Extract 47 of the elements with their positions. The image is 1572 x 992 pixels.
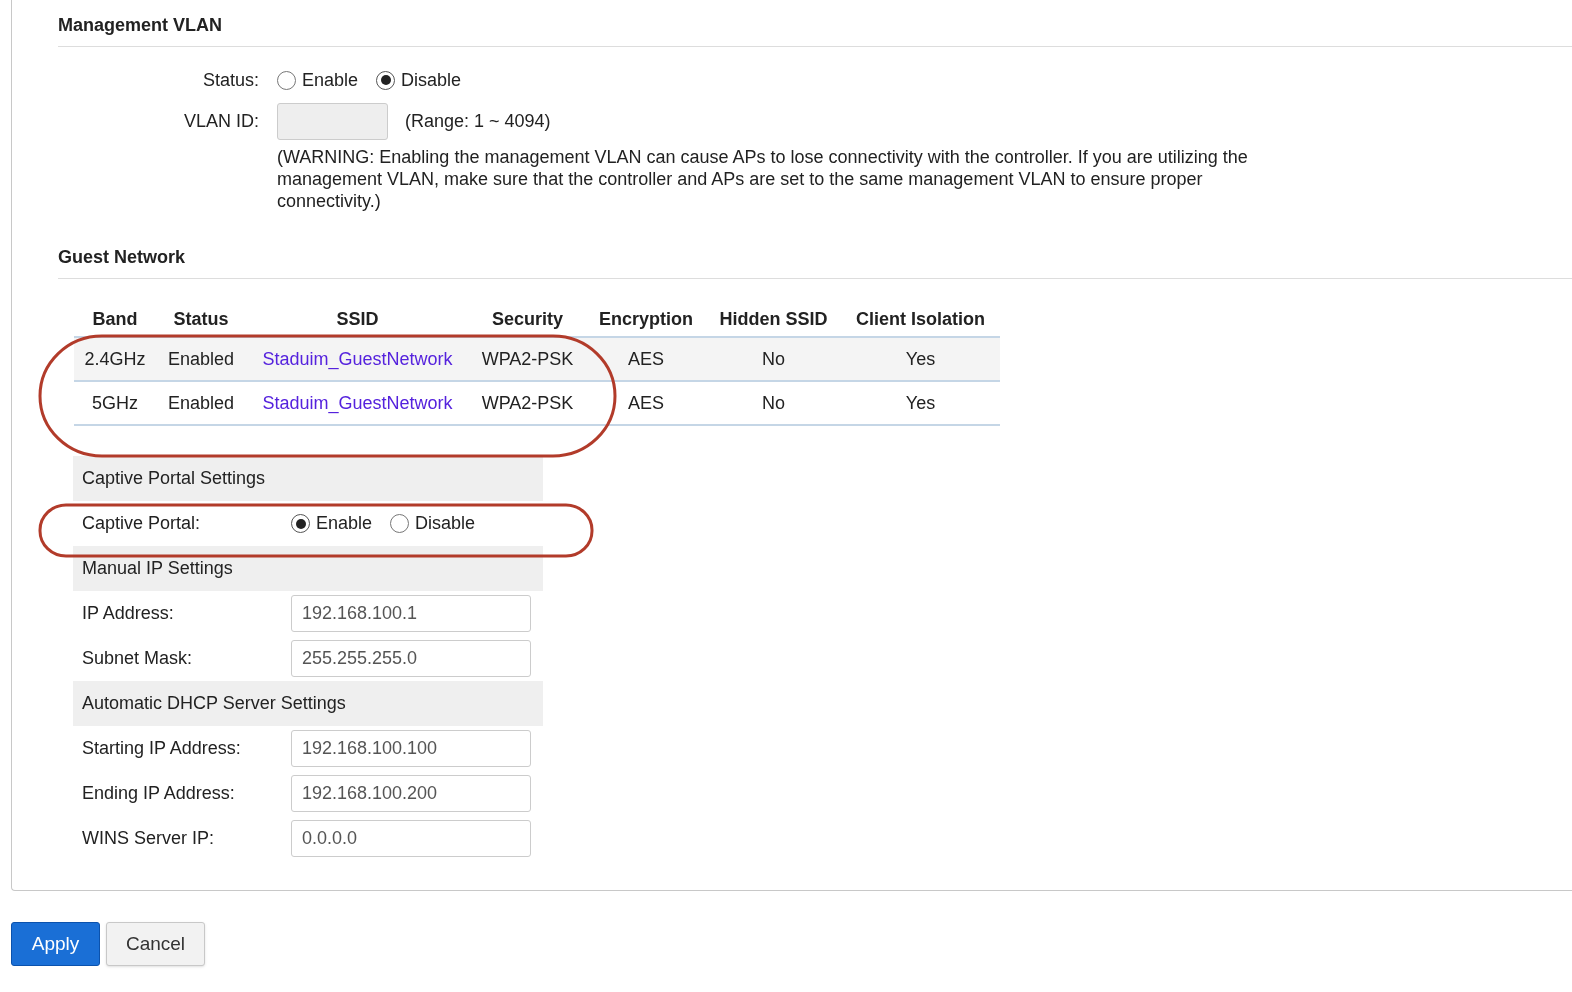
field-label: Ending IP Address: (82, 782, 236, 805)
section-heading: Guest Network (58, 246, 187, 268)
radio-label[interactable]: Enable (316, 510, 373, 537)
table-cell: No (762, 392, 785, 413)
field-label: IP Address: (82, 602, 175, 625)
table-cell: WPA2-PSK (481, 348, 574, 369)
table-cell: Yes (905, 392, 936, 413)
field-label: Status: (201, 68, 260, 92)
section-header: Manual IP Settings (73, 546, 543, 591)
table-cell: 2.4GHz (84, 348, 146, 369)
field-label: WINS Server IP: (82, 827, 216, 850)
ssid-link[interactable]: Staduim_GuestNetwork (262, 348, 453, 369)
column-header: Hidden SSID (706, 305, 841, 337)
table-cell: AES (628, 392, 664, 413)
input-field[interactable]: 192.168.100.200 (291, 775, 531, 812)
table-cell: Enabled (167, 348, 235, 369)
field-label: Subnet Mask: (82, 647, 194, 670)
radio-label[interactable]: Disable (401, 66, 462, 94)
column-header: Security (469, 305, 586, 337)
table-cell: No (762, 348, 785, 369)
column-header: SSID (246, 305, 469, 337)
section-header: Automatic DHCP Server Settings (73, 681, 543, 726)
column-header: Status (156, 305, 246, 337)
input-field[interactable]: 0.0.0.0 (291, 820, 531, 857)
field-label: Starting IP Address: (82, 737, 242, 760)
range-hint: (Range: 1 ~ 4094) (405, 110, 551, 133)
section-header: Captive Portal Settings (73, 456, 543, 501)
column-header: Band (74, 305, 156, 337)
field-label: VLAN ID: (182, 110, 260, 133)
table-cell: AES (628, 348, 664, 369)
table-cell: Enabled (167, 392, 235, 413)
column-header: Encryption (586, 305, 706, 337)
input-field[interactable]: 192.168.100.100 (291, 730, 531, 767)
input-field[interactable]: 255.255.255.0 (291, 640, 531, 677)
radio-label[interactable]: Disable (415, 510, 476, 537)
warning-text: (WARNING: Enabling the management VLAN can cause APs to lose connectivity with the controller. If you are utilizing the management VLAN, make sure that the controller and APs are set to the same management VLAN to ensure proper connectivity.) (277, 146, 1249, 212)
apply-button[interactable]: Apply (11, 922, 100, 966)
field-label: Captive Portal: (82, 512, 202, 535)
section-heading: Management VLAN (58, 14, 224, 36)
table-cell: WPA2-PSK (481, 392, 574, 413)
ssid-link[interactable]: Staduim_GuestNetwork (262, 392, 453, 413)
cancel-button[interactable]: Cancel (106, 922, 205, 966)
table-cell: Yes (905, 348, 936, 369)
table-cell: 5GHz (92, 392, 138, 413)
radio-label[interactable]: Enable (302, 66, 359, 94)
column-header: Client Isolation (841, 305, 1000, 337)
input-field[interactable]: 192.168.100.1 (291, 595, 531, 632)
